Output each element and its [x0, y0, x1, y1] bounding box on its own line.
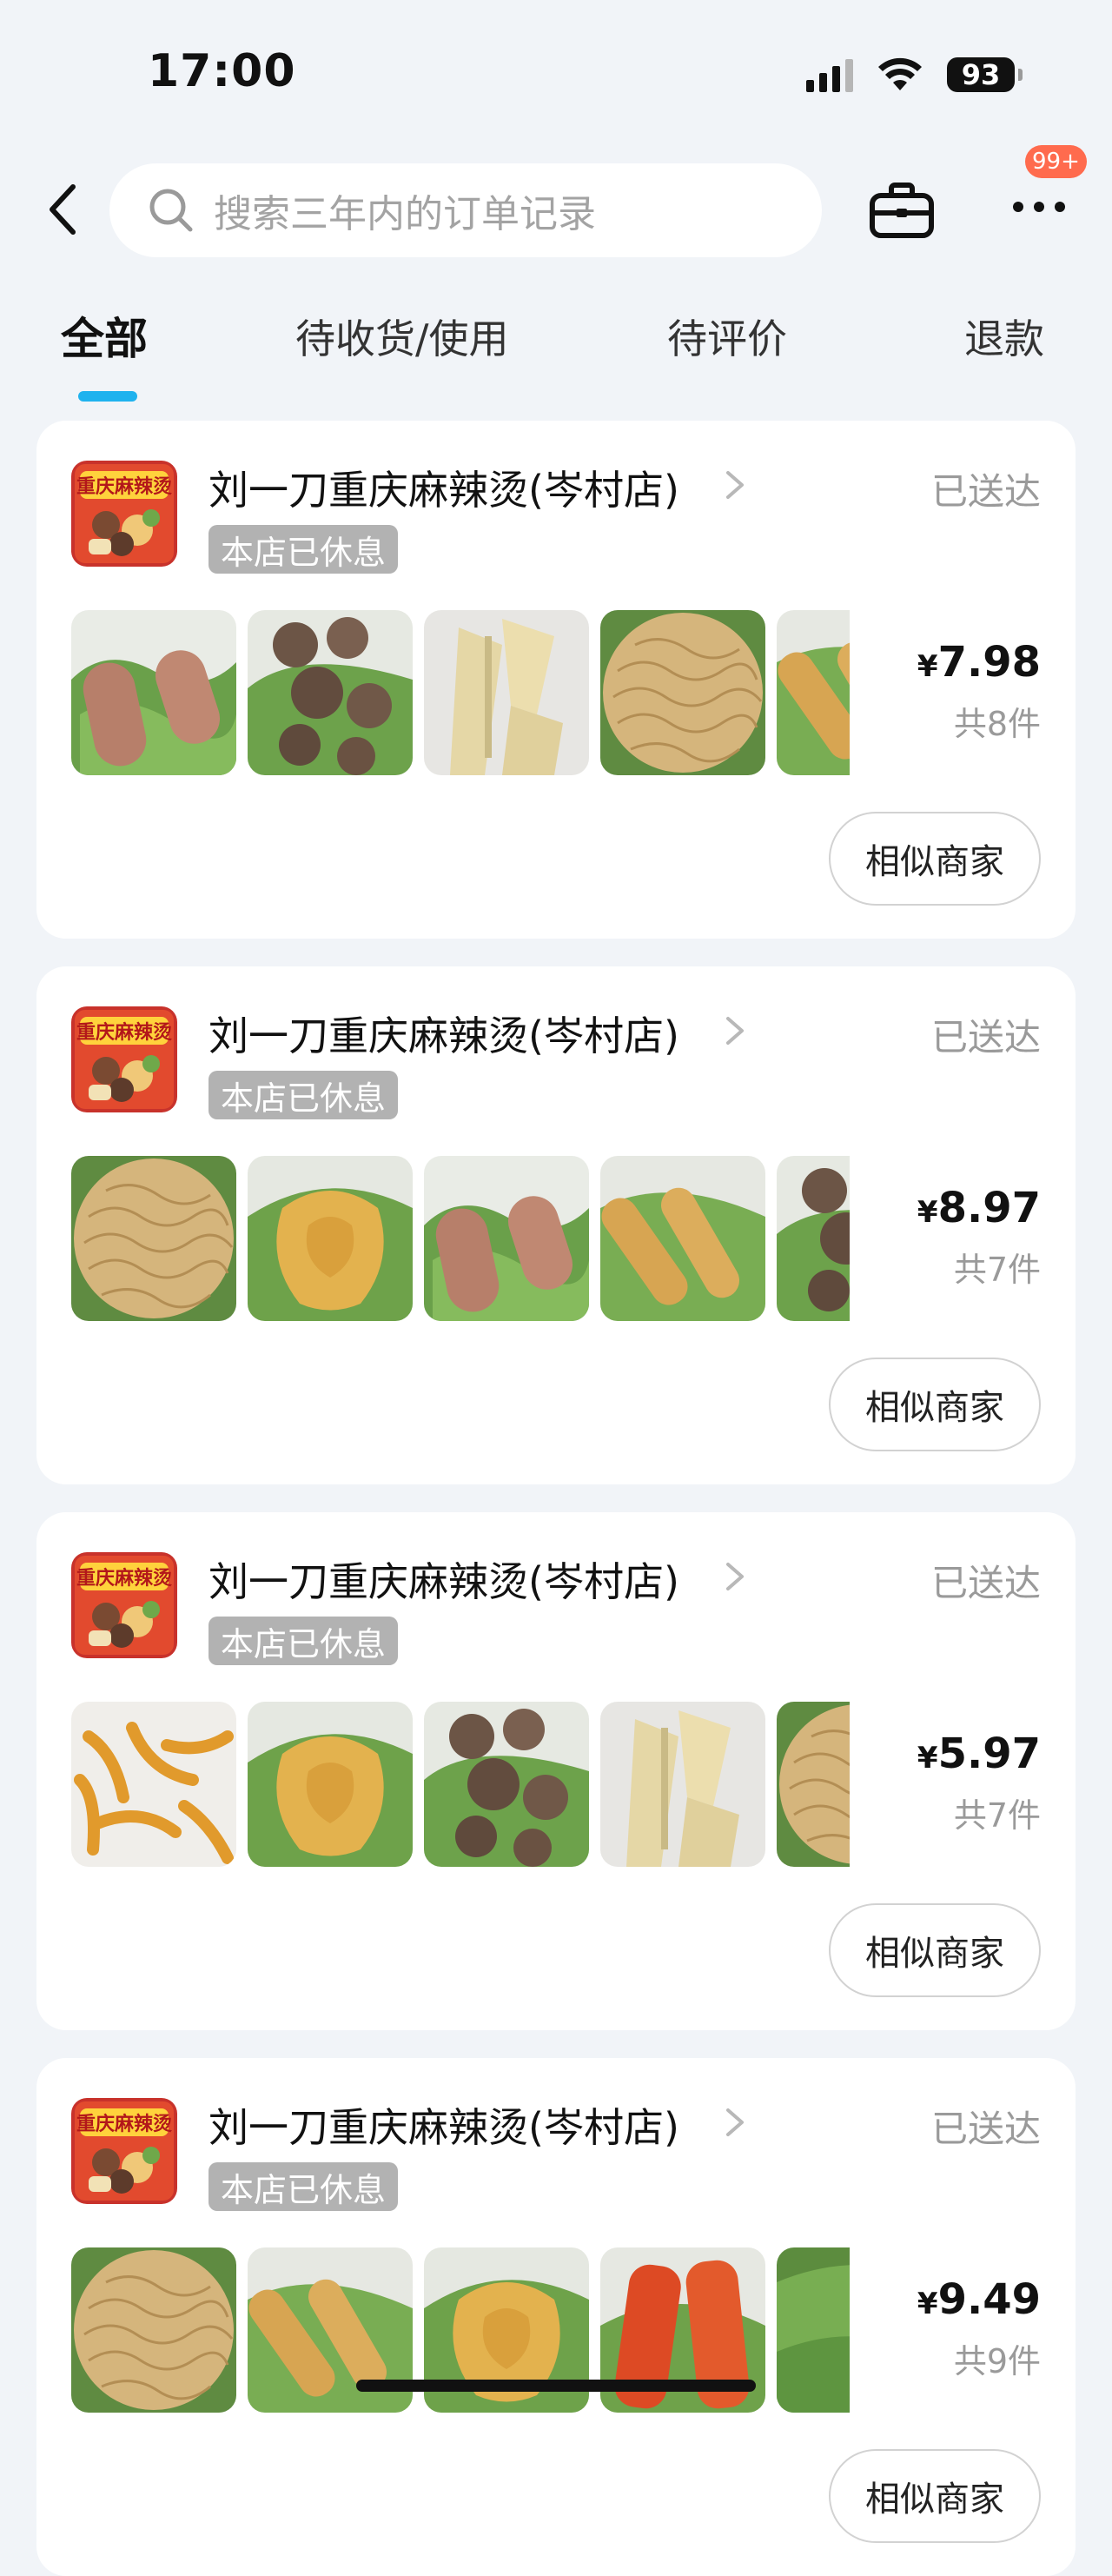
battery-icon: 93: [947, 57, 1023, 92]
shop-closed-badge: 本店已休息: [208, 1071, 399, 1119]
item-thumbnail[interactable]: [71, 2247, 236, 2413]
shop-closed-badge: 本店已休息: [208, 2162, 399, 2211]
shop-closed-badge: 本店已休息: [208, 525, 399, 574]
shop-logo[interactable]: 重庆麻辣烫: [71, 2098, 177, 2204]
price-value: 7.98: [937, 638, 1041, 687]
wifi-icon: [878, 57, 922, 90]
item-thumbnail[interactable]: [248, 1702, 413, 1867]
svg-text:重庆麻辣烫: 重庆麻辣烫: [76, 475, 172, 498]
shop-logo[interactable]: 重庆麻辣烫: [71, 1552, 177, 1658]
item-thumbnails[interactable]: [71, 610, 850, 777]
item-thumbnail[interactable]: [777, 610, 850, 775]
back-button[interactable]: [36, 179, 89, 240]
order-status: 已送达: [930, 2108, 1041, 2150]
order-card[interactable]: 重庆麻辣烫 刘一刀重庆麻辣烫(岑村店) 本店已休息 已送达 ¥9.49 共9件 …: [36, 2058, 1076, 2576]
shop-name[interactable]: 刘一刀重庆麻辣烫(岑村店): [208, 459, 679, 516]
order-card[interactable]: 重庆麻辣烫 刘一刀重庆麻辣烫(岑村店) 本店已休息 已送达 ¥8.97 共7件 …: [36, 966, 1076, 1484]
status-bar: 17:00 93: [0, 0, 1112, 148]
briefcase-icon: [870, 183, 934, 238]
item-count: 共7件: [953, 1796, 1041, 1835]
status-icons: 93: [806, 50, 1023, 99]
currency-symbol: ¥: [917, 2287, 938, 2321]
chevron-left-icon: [50, 184, 76, 235]
price-value: 5.97: [937, 1730, 1041, 1778]
item-thumbnails[interactable]: [71, 1702, 850, 1869]
nav-bar: 搜索三年内的订单记录: [0, 156, 1112, 265]
price-value: 8.97: [937, 1184, 1041, 1232]
svg-text:重庆麻辣烫: 重庆麻辣烫: [76, 1021, 172, 1044]
more-button[interactable]: [1008, 170, 1070, 243]
tab-pending-receipt[interactable]: 待收货/使用: [295, 308, 509, 365]
currency-symbol: ¥: [917, 1741, 938, 1776]
svg-text:重庆麻辣烫: 重庆麻辣烫: [76, 2113, 172, 2135]
briefcase-button[interactable]: [865, 174, 938, 247]
item-thumbnail[interactable]: [424, 1702, 589, 1867]
currency-symbol: ¥: [917, 649, 938, 684]
similar-shops-button[interactable]: 相似商家: [829, 2449, 1041, 2543]
item-thumbnail[interactable]: [777, 1156, 850, 1321]
currency-symbol: ¥: [917, 1195, 938, 1230]
price-value: 9.49: [937, 2275, 1041, 2324]
order-price: ¥7.98: [917, 638, 1041, 687]
shop-name[interactable]: 刘一刀重庆麻辣烫(岑村店): [208, 2096, 679, 2154]
item-count: 共8件: [953, 705, 1041, 743]
item-thumbnail[interactable]: [777, 1702, 850, 1867]
similar-shops-button[interactable]: 相似商家: [829, 812, 1041, 906]
chevron-right-icon: [726, 1017, 744, 1045]
search-input[interactable]: 搜索三年内的订单记录: [109, 163, 822, 257]
order-status: 已送达: [930, 1562, 1041, 1604]
shop-logo[interactable]: 重庆麻辣烫: [71, 1006, 177, 1112]
notification-badge: 99+: [1025, 145, 1087, 178]
similar-shops-button[interactable]: 相似商家: [829, 1358, 1041, 1451]
similar-shops-button[interactable]: 相似商家: [829, 1903, 1041, 1997]
item-thumbnail[interactable]: [71, 610, 236, 775]
status-time: 17:00: [148, 45, 296, 97]
shop-name[interactable]: 刘一刀重庆麻辣烫(岑村店): [208, 1005, 679, 1062]
item-thumbnail[interactable]: [777, 2247, 850, 2413]
item-thumbnail[interactable]: [248, 610, 413, 775]
order-status: 已送达: [930, 470, 1041, 513]
item-thumbnail[interactable]: [248, 1156, 413, 1321]
home-indicator: [356, 2380, 756, 2392]
order-price: ¥5.97: [917, 1730, 1041, 1778]
tab-all[interactable]: 全部: [61, 304, 148, 367]
item-count: 共7件: [953, 1251, 1041, 1289]
order-price: ¥8.97: [917, 1184, 1041, 1232]
battery-level: 93: [961, 58, 1001, 91]
cellular-signal-icon: [806, 57, 853, 92]
chevron-right-icon: [726, 1563, 744, 1590]
shop-logo[interactable]: 重庆麻辣烫: [71, 461, 177, 567]
chevron-right-icon: [726, 471, 744, 499]
shop-name[interactable]: 刘一刀重庆麻辣烫(岑村店): [208, 1550, 679, 1608]
shop-closed-badge: 本店已休息: [208, 1617, 399, 1665]
search-icon: [149, 189, 193, 232]
item-thumbnail[interactable]: [424, 610, 589, 775]
chevron-right-icon: [726, 2108, 744, 2136]
item-thumbnail[interactable]: [71, 1156, 236, 1321]
item-thumbnail[interactable]: [424, 1156, 589, 1321]
order-status: 已送达: [930, 1016, 1041, 1059]
item-thumbnail[interactable]: [600, 610, 765, 775]
tab-pending-review[interactable]: 待评价: [667, 308, 787, 365]
tab-refund[interactable]: 退款: [964, 308, 1044, 365]
active-tab-indicator: [78, 391, 137, 402]
svg-text:重庆麻辣烫: 重庆麻辣烫: [76, 1567, 172, 1590]
item-thumbnail[interactable]: [600, 1156, 765, 1321]
item-thumbnail[interactable]: [71, 1702, 236, 1867]
order-card[interactable]: 重庆麻辣烫 刘一刀重庆麻辣烫(岑村店) 本店已休息 已送达 ¥5.97 共7件 …: [36, 1512, 1076, 2030]
item-count: 共9件: [953, 2342, 1041, 2380]
more-dots-icon: [1013, 202, 1065, 212]
order-price: ¥9.49: [917, 2275, 1041, 2324]
order-tabs: 全部 待收货/使用 待评价 退款: [0, 295, 1112, 408]
item-thumbnail[interactable]: [600, 1702, 765, 1867]
search-placeholder: 搜索三年内的订单记录: [214, 192, 596, 236]
item-thumbnails[interactable]: [71, 1156, 850, 1323]
order-card[interactable]: 重庆麻辣烫 刘一刀重庆麻辣烫(岑村店) 本店已休息 已送达 ¥7.98 共8件 …: [36, 421, 1076, 939]
